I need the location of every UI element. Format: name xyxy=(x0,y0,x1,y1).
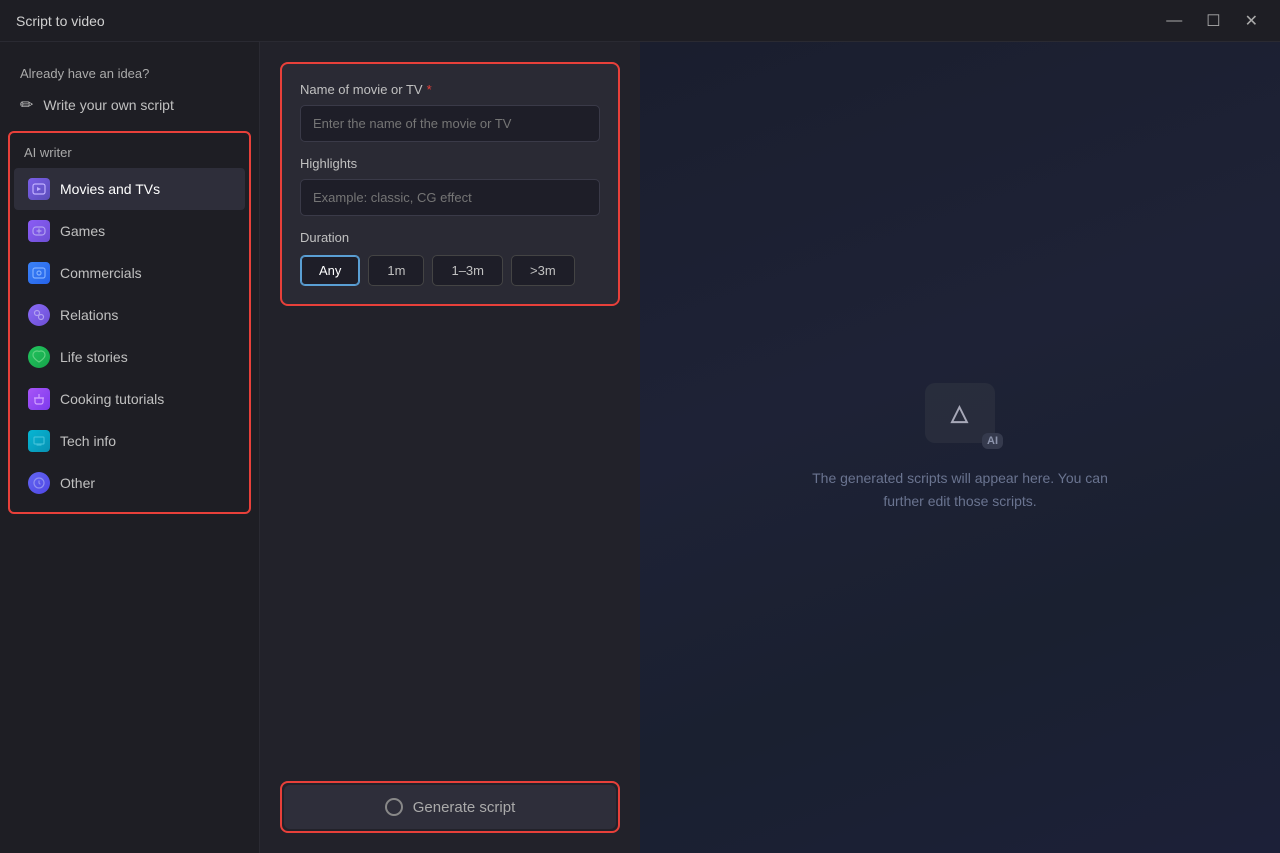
sidebar: Already have an idea? ✏ Write your own s… xyxy=(0,42,260,853)
sidebar-item-games-label: Games xyxy=(60,223,105,239)
title-bar-left: Script to video xyxy=(16,13,105,29)
form-box: Name of movie or TV * Highlights Duratio… xyxy=(280,62,620,306)
app-title: Script to video xyxy=(16,13,105,29)
ai-logo-area: △ AI xyxy=(925,383,995,443)
duration-3m-plus-button[interactable]: >3m xyxy=(511,255,575,286)
generate-icon xyxy=(385,798,403,816)
sidebar-item-commercials-label: Commercials xyxy=(60,265,142,281)
sidebar-item-movies-label: Movies and TVs xyxy=(60,181,160,197)
duration-1m-button[interactable]: 1m xyxy=(368,255,424,286)
ai-writer-box: AI writer Movies and TVs Games Commercia… xyxy=(8,131,251,514)
highlights-input[interactable] xyxy=(300,179,600,216)
write-own-script-label: Write your own script xyxy=(43,97,173,113)
duration-1-3m-button[interactable]: 1–3m xyxy=(432,255,503,286)
games-icon xyxy=(28,220,50,242)
sidebar-item-cooking[interactable]: Cooking tutorials xyxy=(14,378,245,420)
title-bar: Script to video — ☐ ✕ xyxy=(0,0,1280,42)
sidebar-item-life-label: Life stories xyxy=(60,349,128,365)
sidebar-item-other[interactable]: Other xyxy=(14,462,245,504)
sidebar-item-relations[interactable]: Relations xyxy=(14,294,245,336)
cooking-icon xyxy=(28,388,50,410)
sidebar-item-tech[interactable]: Tech info xyxy=(14,420,245,462)
life-icon xyxy=(28,346,50,368)
sidebar-item-relations-label: Relations xyxy=(60,307,118,323)
relations-icon xyxy=(28,304,50,326)
tech-icon xyxy=(28,430,50,452)
movies-icon xyxy=(28,178,50,200)
close-button[interactable]: ✕ xyxy=(1239,9,1264,33)
required-star: * xyxy=(427,82,432,97)
title-bar-controls: — ☐ ✕ xyxy=(1160,9,1264,33)
sidebar-idea-label: Already have an idea? xyxy=(0,58,259,85)
commercials-icon xyxy=(28,262,50,284)
maximize-button[interactable]: ☐ xyxy=(1200,9,1226,33)
generate-script-label: Generate script xyxy=(413,799,516,816)
ai-writer-label: AI writer xyxy=(10,141,249,168)
ai-logo-box: △ AI xyxy=(925,383,995,443)
right-panel: △ AI The generated scripts will appear h… xyxy=(640,42,1280,853)
main-layout: Already have an idea? ✏ Write your own s… xyxy=(0,42,1280,853)
sidebar-item-movies[interactable]: Movies and TVs xyxy=(14,168,245,210)
right-panel-description: The generated scripts will appear here. … xyxy=(790,467,1130,512)
duration-any-button[interactable]: Any xyxy=(300,255,360,286)
sidebar-item-cooking-label: Cooking tutorials xyxy=(60,391,164,407)
ai-badge: AI xyxy=(982,433,1003,449)
sidebar-item-commercials[interactable]: Commercials xyxy=(14,252,245,294)
generate-area: Generate script xyxy=(280,781,620,833)
minimize-button[interactable]: — xyxy=(1160,10,1188,32)
sidebar-item-tech-label: Tech info xyxy=(60,433,116,449)
center-panel: Name of movie or TV * Highlights Duratio… xyxy=(260,42,640,853)
sidebar-item-life[interactable]: Life stories xyxy=(14,336,245,378)
movie-label: Name of movie or TV * xyxy=(300,82,600,97)
generate-script-button[interactable]: Generate script xyxy=(284,785,616,829)
duration-buttons: Any 1m 1–3m >3m xyxy=(300,255,600,286)
duration-label: Duration xyxy=(300,230,600,245)
generate-btn-border: Generate script xyxy=(280,781,620,833)
pencil-icon: ✏ xyxy=(20,95,33,115)
other-icon xyxy=(28,472,50,494)
write-own-script-item[interactable]: ✏ Write your own script xyxy=(0,85,259,125)
highlights-label: Highlights xyxy=(300,156,600,171)
sidebar-item-other-label: Other xyxy=(60,475,95,491)
ai-logo-text: △ xyxy=(951,400,969,426)
sidebar-item-games[interactable]: Games xyxy=(14,210,245,252)
movie-input[interactable] xyxy=(300,105,600,142)
